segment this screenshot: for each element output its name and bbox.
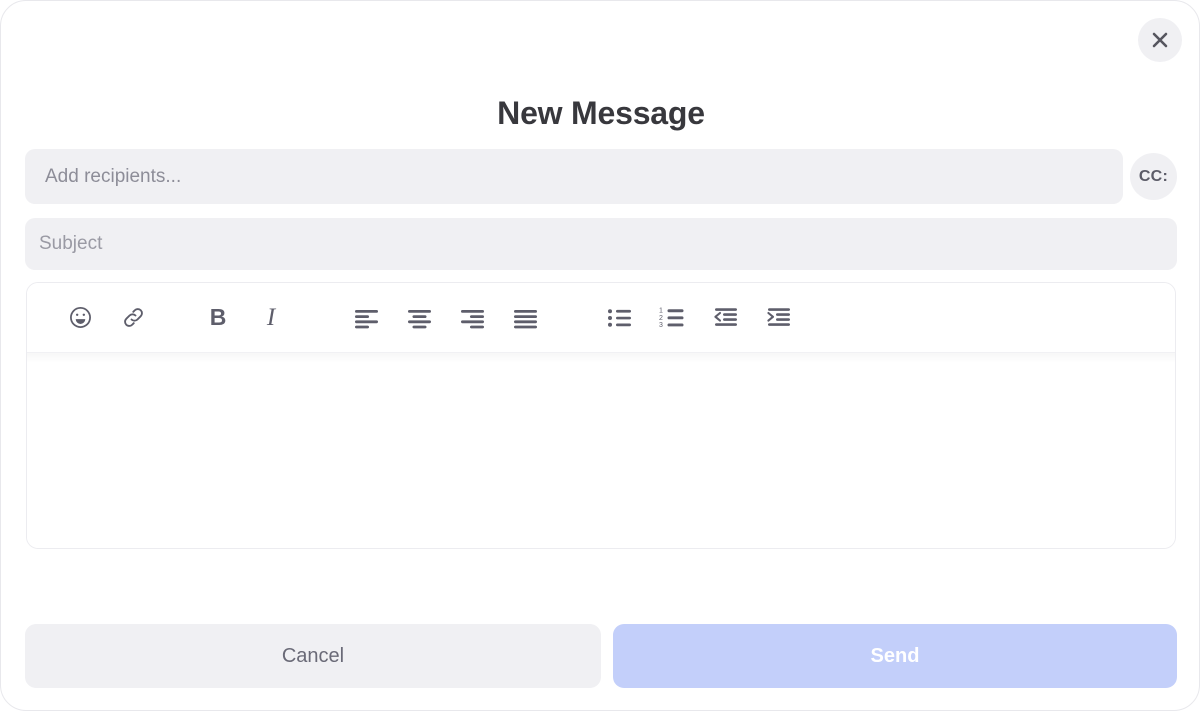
message-body-input[interactable] xyxy=(27,353,1175,548)
bold-button[interactable]: B xyxy=(199,299,237,337)
numbered-list-digit-1: 1 xyxy=(659,308,663,315)
italic-button[interactable]: I xyxy=(252,299,290,337)
bullet-list-icon xyxy=(607,308,633,328)
bold-icon: B xyxy=(209,304,227,330)
align-left-icon xyxy=(353,307,380,329)
page-title: New Message xyxy=(497,95,705,131)
message-editor: B I 1 2 3 xyxy=(26,282,1176,549)
close-button[interactable] xyxy=(1138,18,1182,62)
italic-icon: I xyxy=(266,304,276,331)
outdent-button[interactable] xyxy=(707,299,745,337)
align-justify-button[interactable] xyxy=(506,299,544,337)
link-icon xyxy=(121,305,146,330)
close-icon xyxy=(1150,30,1170,50)
indent-icon xyxy=(765,307,793,328)
outdent-icon xyxy=(712,307,740,328)
numbered-list-digit-3: 3 xyxy=(659,322,663,328)
new-message-modal: New Message CC: xyxy=(0,0,1200,711)
recipients-input[interactable] xyxy=(25,149,1123,204)
editor-toolbar: B I 1 2 3 xyxy=(27,283,1175,363)
align-center-button[interactable] xyxy=(400,299,438,337)
numbered-list-digit-2: 2 xyxy=(659,315,663,322)
send-button[interactable]: Send xyxy=(613,624,1177,688)
indent-button[interactable] xyxy=(760,299,798,337)
numbered-list-button[interactable]: 1 2 3 xyxy=(654,299,692,337)
emoji-icon xyxy=(68,305,93,330)
subject-input[interactable] xyxy=(25,218,1177,270)
emoji-button[interactable] xyxy=(61,299,99,337)
numbered-list-icon: 1 2 3 xyxy=(659,307,687,328)
align-justify-icon xyxy=(512,307,539,329)
align-left-button[interactable] xyxy=(347,299,385,337)
cancel-button[interactable]: Cancel xyxy=(25,624,601,688)
cc-button[interactable]: CC: xyxy=(1130,153,1177,200)
recipients-row: CC: xyxy=(25,149,1177,204)
bullet-list-button[interactable] xyxy=(601,299,639,337)
align-center-icon xyxy=(406,307,433,329)
align-right-button[interactable] xyxy=(453,299,491,337)
align-right-icon xyxy=(459,307,486,329)
link-button[interactable] xyxy=(114,299,152,337)
